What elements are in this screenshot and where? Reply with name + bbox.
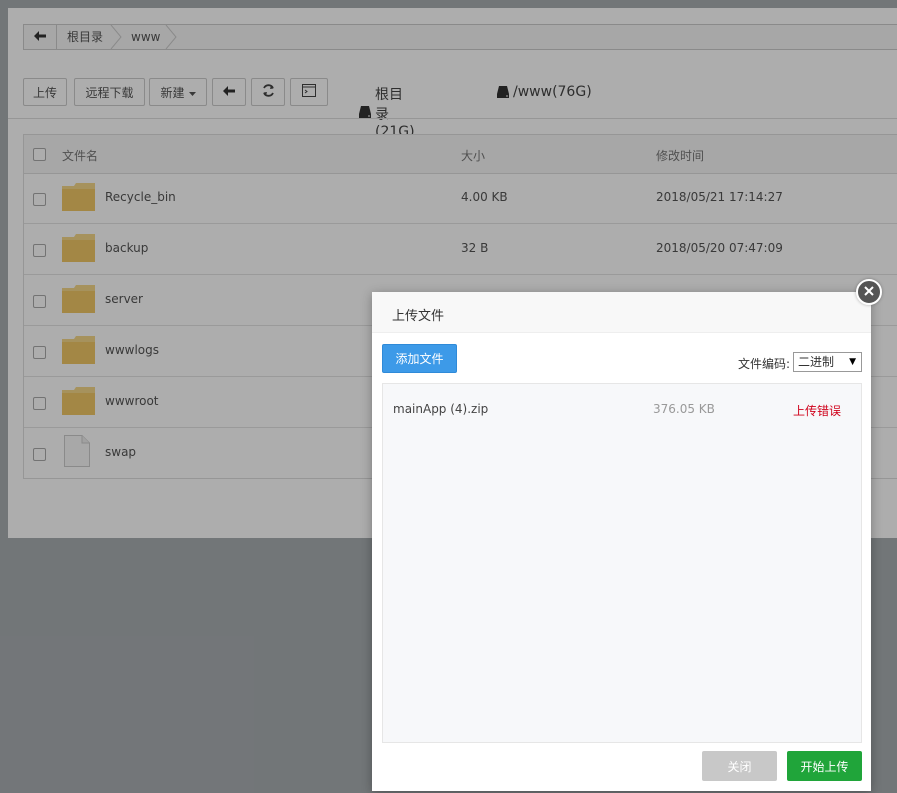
upload-status: 上传错误 [793, 404, 842, 418]
upload-dialog: 上传文件 添加文件 文件编码: 二进制 ▼ mainApp (4).zip 37… [372, 292, 871, 791]
dialog-title: 上传文件 [392, 309, 445, 324]
add-files-button[interactable]: 添加文件 [382, 344, 457, 373]
encoding-label: 文件编码: [738, 357, 791, 371]
upload-file-list: mainApp (4).zip 376.05 KB 上传错误 [382, 383, 862, 743]
dialog-header: 上传文件 [372, 292, 871, 333]
encoding-select[interactable]: 二进制 ▼ [793, 352, 862, 372]
start-upload-button[interactable]: 开始上传 [787, 751, 862, 781]
close-button[interactable]: 关闭 [702, 751, 777, 781]
caret-down-icon: ▼ [849, 357, 856, 367]
upload-file-size: 376.05 KB [653, 402, 715, 416]
encoding-value: 二进制 [798, 355, 835, 369]
dialog-close-button[interactable] [856, 279, 882, 305]
close-icon [864, 284, 874, 300]
upload-file-name: mainApp (4).zip [393, 402, 489, 416]
